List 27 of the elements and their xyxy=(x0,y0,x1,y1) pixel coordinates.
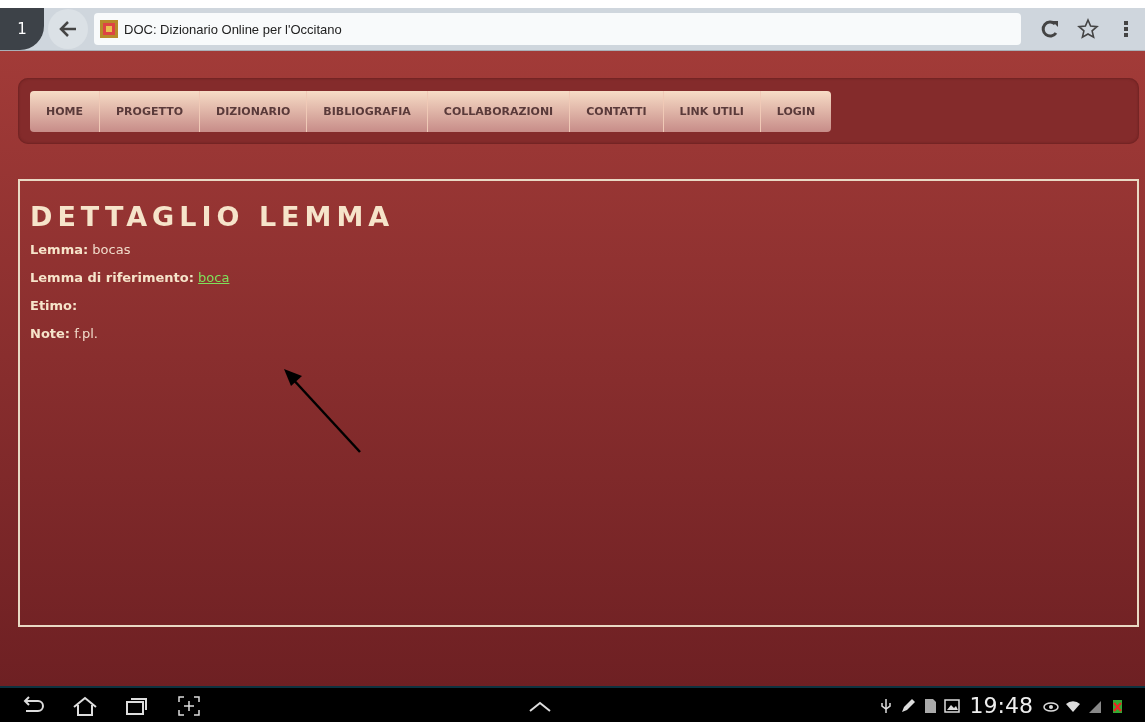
nav-item[interactable]: PROGETTO xyxy=(100,90,201,132)
nav-item[interactable]: BIBLIOGRAFIA xyxy=(307,90,428,132)
nav-item[interactable]: HOME xyxy=(30,90,101,132)
clock: 19:48 xyxy=(969,693,1033,718)
nav-item[interactable]: COLLABORAZIONI xyxy=(427,90,571,132)
field-row-text: Lemma: bocas xyxy=(30,242,132,257)
arrow-left-icon xyxy=(58,19,78,39)
screenshot-icon[interactable] xyxy=(176,694,202,717)
reload-icon[interactable] xyxy=(1039,18,1061,40)
star-icon[interactable] xyxy=(1077,18,1099,40)
nav-item[interactable]: LINK UTILI xyxy=(663,90,761,132)
field-row-text: Note: f.pl. xyxy=(30,326,99,341)
image-icon xyxy=(943,697,960,714)
pencil-icon xyxy=(899,697,916,714)
page-title: DOC: Dizionario Online per l'Occitano xyxy=(124,21,342,37)
nav-item[interactable]: CONTATTI xyxy=(570,90,664,132)
favicon-icon xyxy=(100,20,118,38)
back-button[interactable] xyxy=(48,9,88,49)
field-row-text: Lemma di riferimento: boca xyxy=(30,270,231,285)
tab-count[interactable]: 1 xyxy=(0,8,44,50)
nav-item[interactable]: DIZIONARIO xyxy=(200,90,308,132)
page-heading: DETTAGLIO LEMMA xyxy=(30,201,396,232)
home-icon[interactable] xyxy=(72,694,98,717)
nav-item[interactable]: LOGIN xyxy=(760,90,832,132)
field-row-text: Etimo: xyxy=(30,298,79,313)
lemma-link[interactable]: boca xyxy=(198,270,230,285)
address-bar[interactable]: DOC: Dizionario Online per l'Occitano xyxy=(94,13,1021,45)
